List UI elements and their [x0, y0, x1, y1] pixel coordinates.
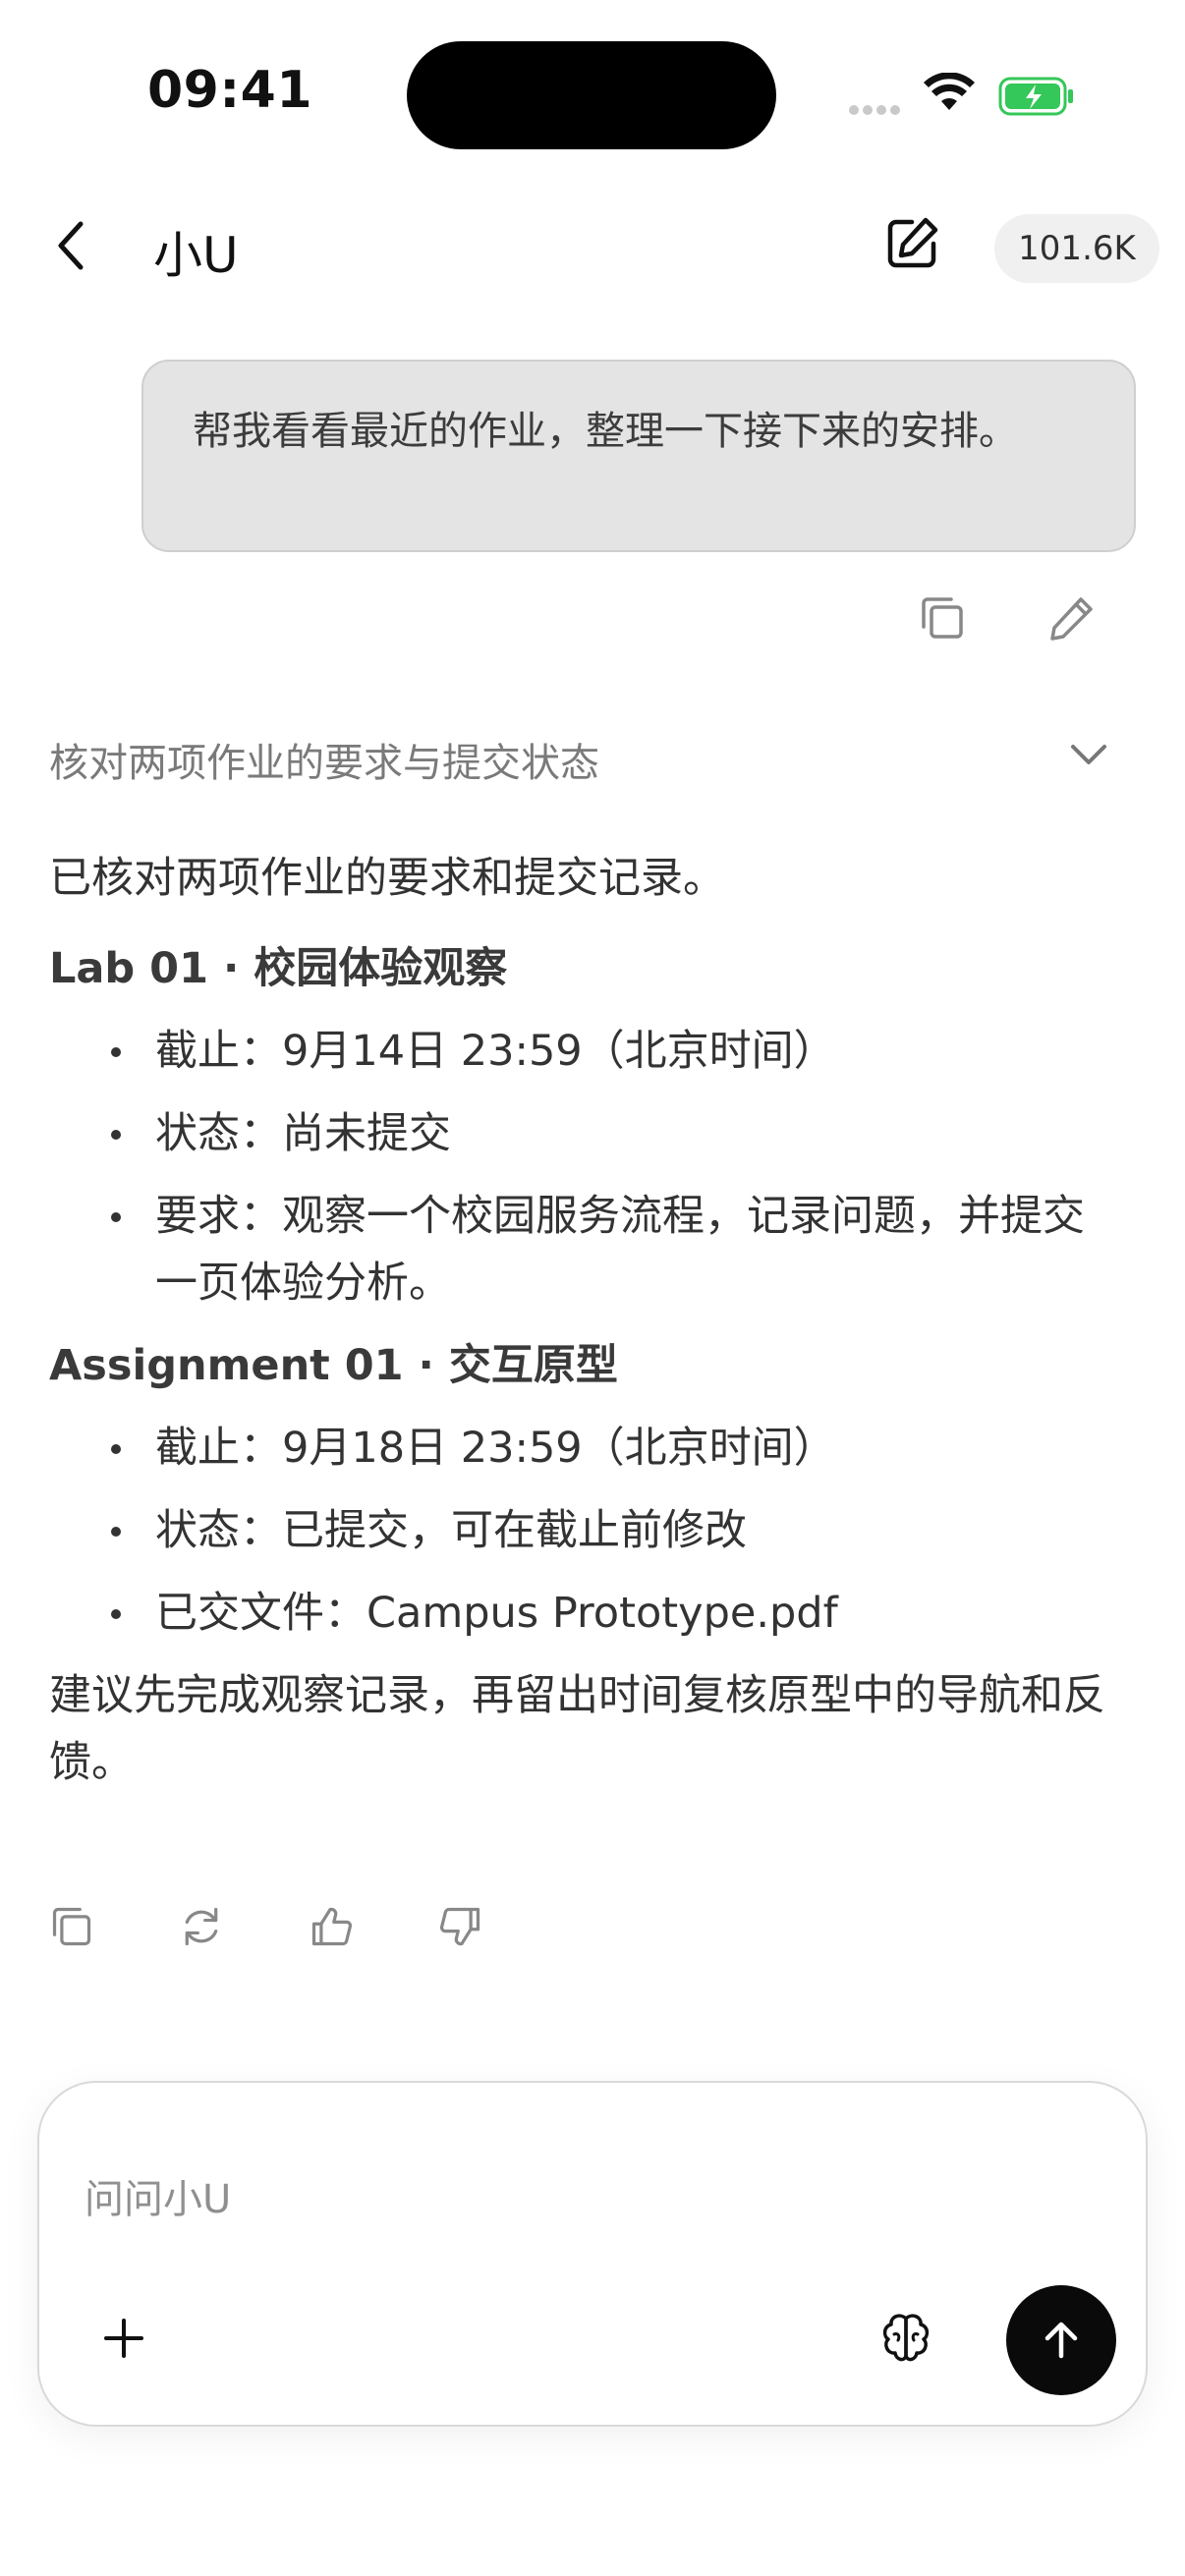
status-time: 09:41 [147, 61, 313, 120]
list-item: 截止：9月18日 23:59（北京时间） [111, 1415, 1110, 1482]
wifi-icon [924, 72, 975, 116]
list-item: 要求：观察一个校园服务流程，记录问题，并提交一页体验分析。 [111, 1183, 1110, 1316]
regenerate-button[interactable] [179, 1904, 222, 1947]
brain-icon [882, 2314, 930, 2362]
message-composer [37, 2081, 1148, 2427]
plus-icon [104, 2319, 143, 2358]
pencil-icon [1050, 597, 1093, 641]
copy-answer-button[interactable] [49, 1904, 92, 1947]
list-item: 状态：已提交，可在截止前修改 [111, 1497, 1110, 1564]
token-count-badge[interactable]: 101.6K [994, 214, 1159, 283]
chevron-down-icon [1071, 745, 1106, 764]
thumbs-up-button[interactable] [309, 1904, 353, 1947]
cellular-signal-icon [849, 100, 908, 115]
chat-title: 小U [153, 227, 239, 284]
reasoning-summary[interactable]: 核对两项作业的要求与提交状态 [49, 731, 599, 788]
section-list: 截止：9月18日 23:59（北京时间） 状态：已提交，可在截止前修改 已交文件… [49, 1415, 1110, 1647]
list-item: 状态：尚未提交 [111, 1100, 1110, 1167]
message-input[interactable]: 问问小U [85, 2167, 231, 2224]
battery-icon [998, 77, 1077, 120]
send-button[interactable] [1006, 2285, 1116, 2395]
add-attachment-button[interactable] [102, 2317, 145, 2364]
answer-intro: 已核对两项作业的要求和提交记录。 [49, 854, 725, 903]
refresh-icon [185, 1907, 218, 1946]
thumbs-down-button[interactable] [438, 1904, 481, 1947]
thumbs-down-icon [439, 1907, 480, 1946]
reasoning-mode-button[interactable] [878, 2311, 933, 2370]
edit-message-button[interactable] [1047, 593, 1097, 646]
section-title: Lab 01 · 校园体验观察 [49, 944, 508, 993]
user-message-bubble: 帮我看看最近的作业，整理一下接下来的安排。 [141, 360, 1136, 552]
answer-actions [49, 1904, 481, 1947]
list-item: 截止：9月14日 23:59（北京时间） [111, 1018, 1110, 1085]
copy-icon [52, 1907, 91, 1946]
thumbs-up-icon [311, 1907, 353, 1946]
arrow-up-icon [1044, 2322, 1078, 2359]
answer-conclusion: 建议先完成观察记录，再留出时间复核原型中的导航和反馈。 [49, 1671, 1105, 1787]
copy-message-button[interactable] [918, 593, 967, 646]
assistant-message: 已核对两项作业的要求和提交记录。 Lab 01 · 校园体验观察 截止：9月14… [49, 845, 1110, 1796]
dynamic-island [407, 41, 776, 149]
list-item: 已交文件：Campus Prototype.pdf [111, 1580, 1110, 1647]
section-title: Assignment 01 · 交互原型 [49, 1341, 618, 1390]
edit-icon [887, 217, 938, 268]
expand-reasoning-button[interactable] [1069, 743, 1108, 772]
back-icon [58, 221, 84, 270]
back-button[interactable] [49, 218, 92, 277]
section-list: 截止：9月14日 23:59（北京时间） 状态：尚未提交 要求：观察一个校园服务… [49, 1018, 1110, 1316]
new-chat-button[interactable] [882, 214, 941, 277]
copy-icon [922, 597, 963, 639]
